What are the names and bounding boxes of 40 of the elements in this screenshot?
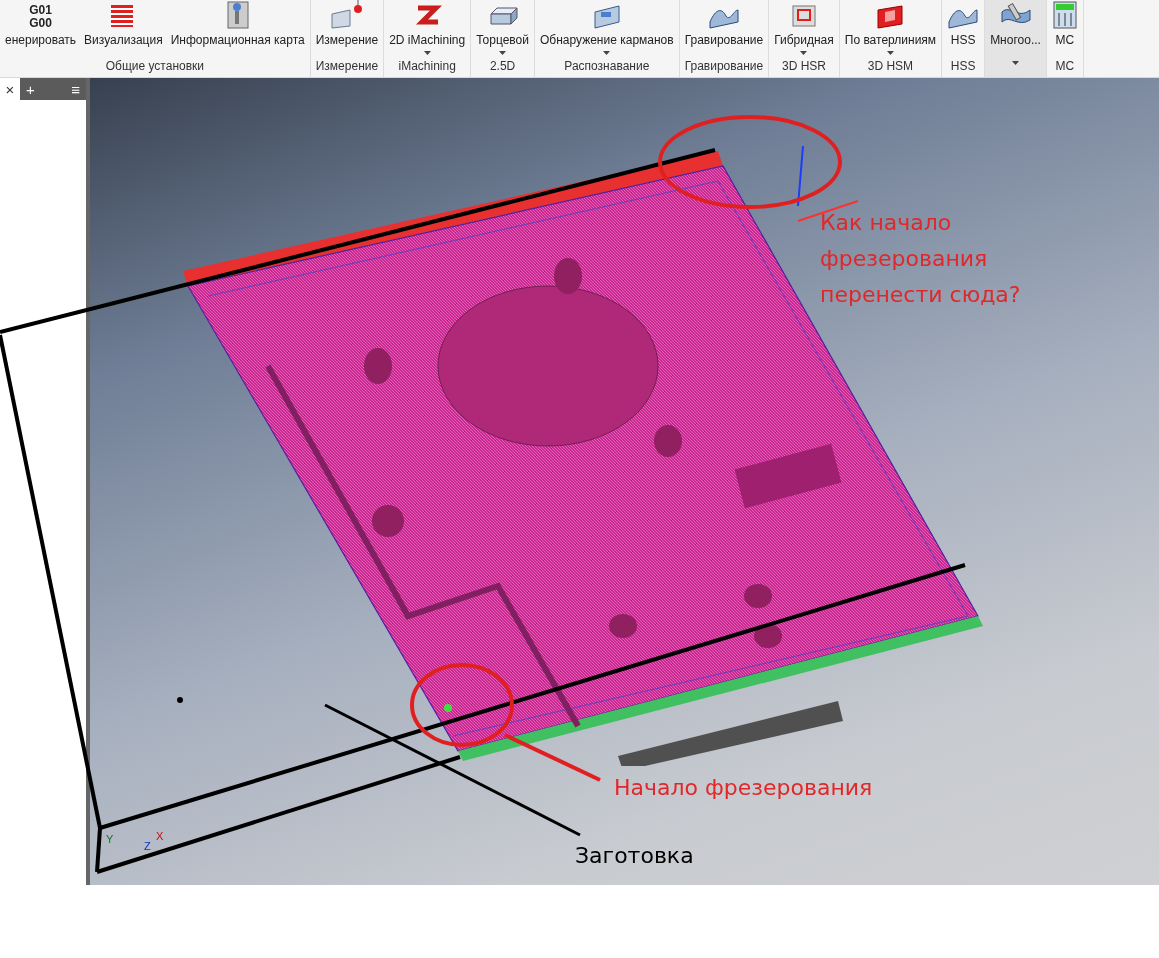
group-label: Распознавание: [563, 58, 651, 76]
ribbon-button[interactable]: Многоо...: [988, 0, 1043, 58]
annotation-text: Заготовка: [575, 842, 695, 870]
ribbon-button[interactable]: Измерение: [313, 0, 381, 58]
group-label: Гравирование: [683, 58, 765, 76]
group-label: iMachining: [397, 58, 457, 76]
group-label: 3D HSM: [866, 58, 915, 76]
caret-icon: [423, 51, 431, 55]
ribbon-button[interactable]: HSS: [945, 0, 982, 58]
axis-label: Z: [144, 840, 151, 852]
group-label: MC: [1054, 58, 1076, 76]
ribbon-button[interactable]: Торцевой: [474, 0, 531, 58]
ribbon-button[interactable]: Информационная карта: [168, 0, 307, 58]
ribbon-button[interactable]: Обнаружение карманов: [537, 0, 676, 58]
annotation-text: Как начало фрезерования перенести сюда?: [820, 209, 1022, 309]
group-label: 2.5D: [488, 58, 517, 76]
ribbon-button[interactable]: Гравирование: [682, 0, 766, 58]
menu-button[interactable]: ≡: [69, 80, 82, 98]
axis-label: Y: [106, 833, 114, 845]
ribbon-button[interactable]: MC: [1049, 0, 1080, 58]
group-label: 3D HSR: [780, 58, 827, 76]
origin-point: [444, 704, 452, 712]
caret-icon: [800, 51, 808, 55]
slider-panel-icon: [1051, 0, 1078, 30]
axis-label: X: [156, 830, 164, 842]
ribbon-button[interactable]: Гибридная: [772, 0, 836, 58]
group-label: Измерение: [314, 58, 380, 76]
caret-icon: [603, 51, 611, 55]
group-label: HSS: [949, 58, 977, 76]
add-button[interactable]: +: [24, 80, 37, 98]
group-label: Общие установки: [104, 58, 206, 76]
caret-icon: [886, 51, 894, 55]
point-marker: [177, 697, 183, 703]
ribbon-button[interactable]: G01 G00 енерировать: [3, 0, 79, 58]
caret-icon: [499, 51, 507, 55]
gcode-icon: G01 G00: [29, 4, 52, 30]
annotation-text: Начало фрезерования: [614, 774, 874, 802]
ribbon-button[interactable]: 2D iMachining: [387, 0, 468, 58]
ribbon-button[interactable]: Визуализация: [82, 0, 165, 58]
ribbon-button[interactable]: По ватерлиниям: [842, 0, 939, 58]
